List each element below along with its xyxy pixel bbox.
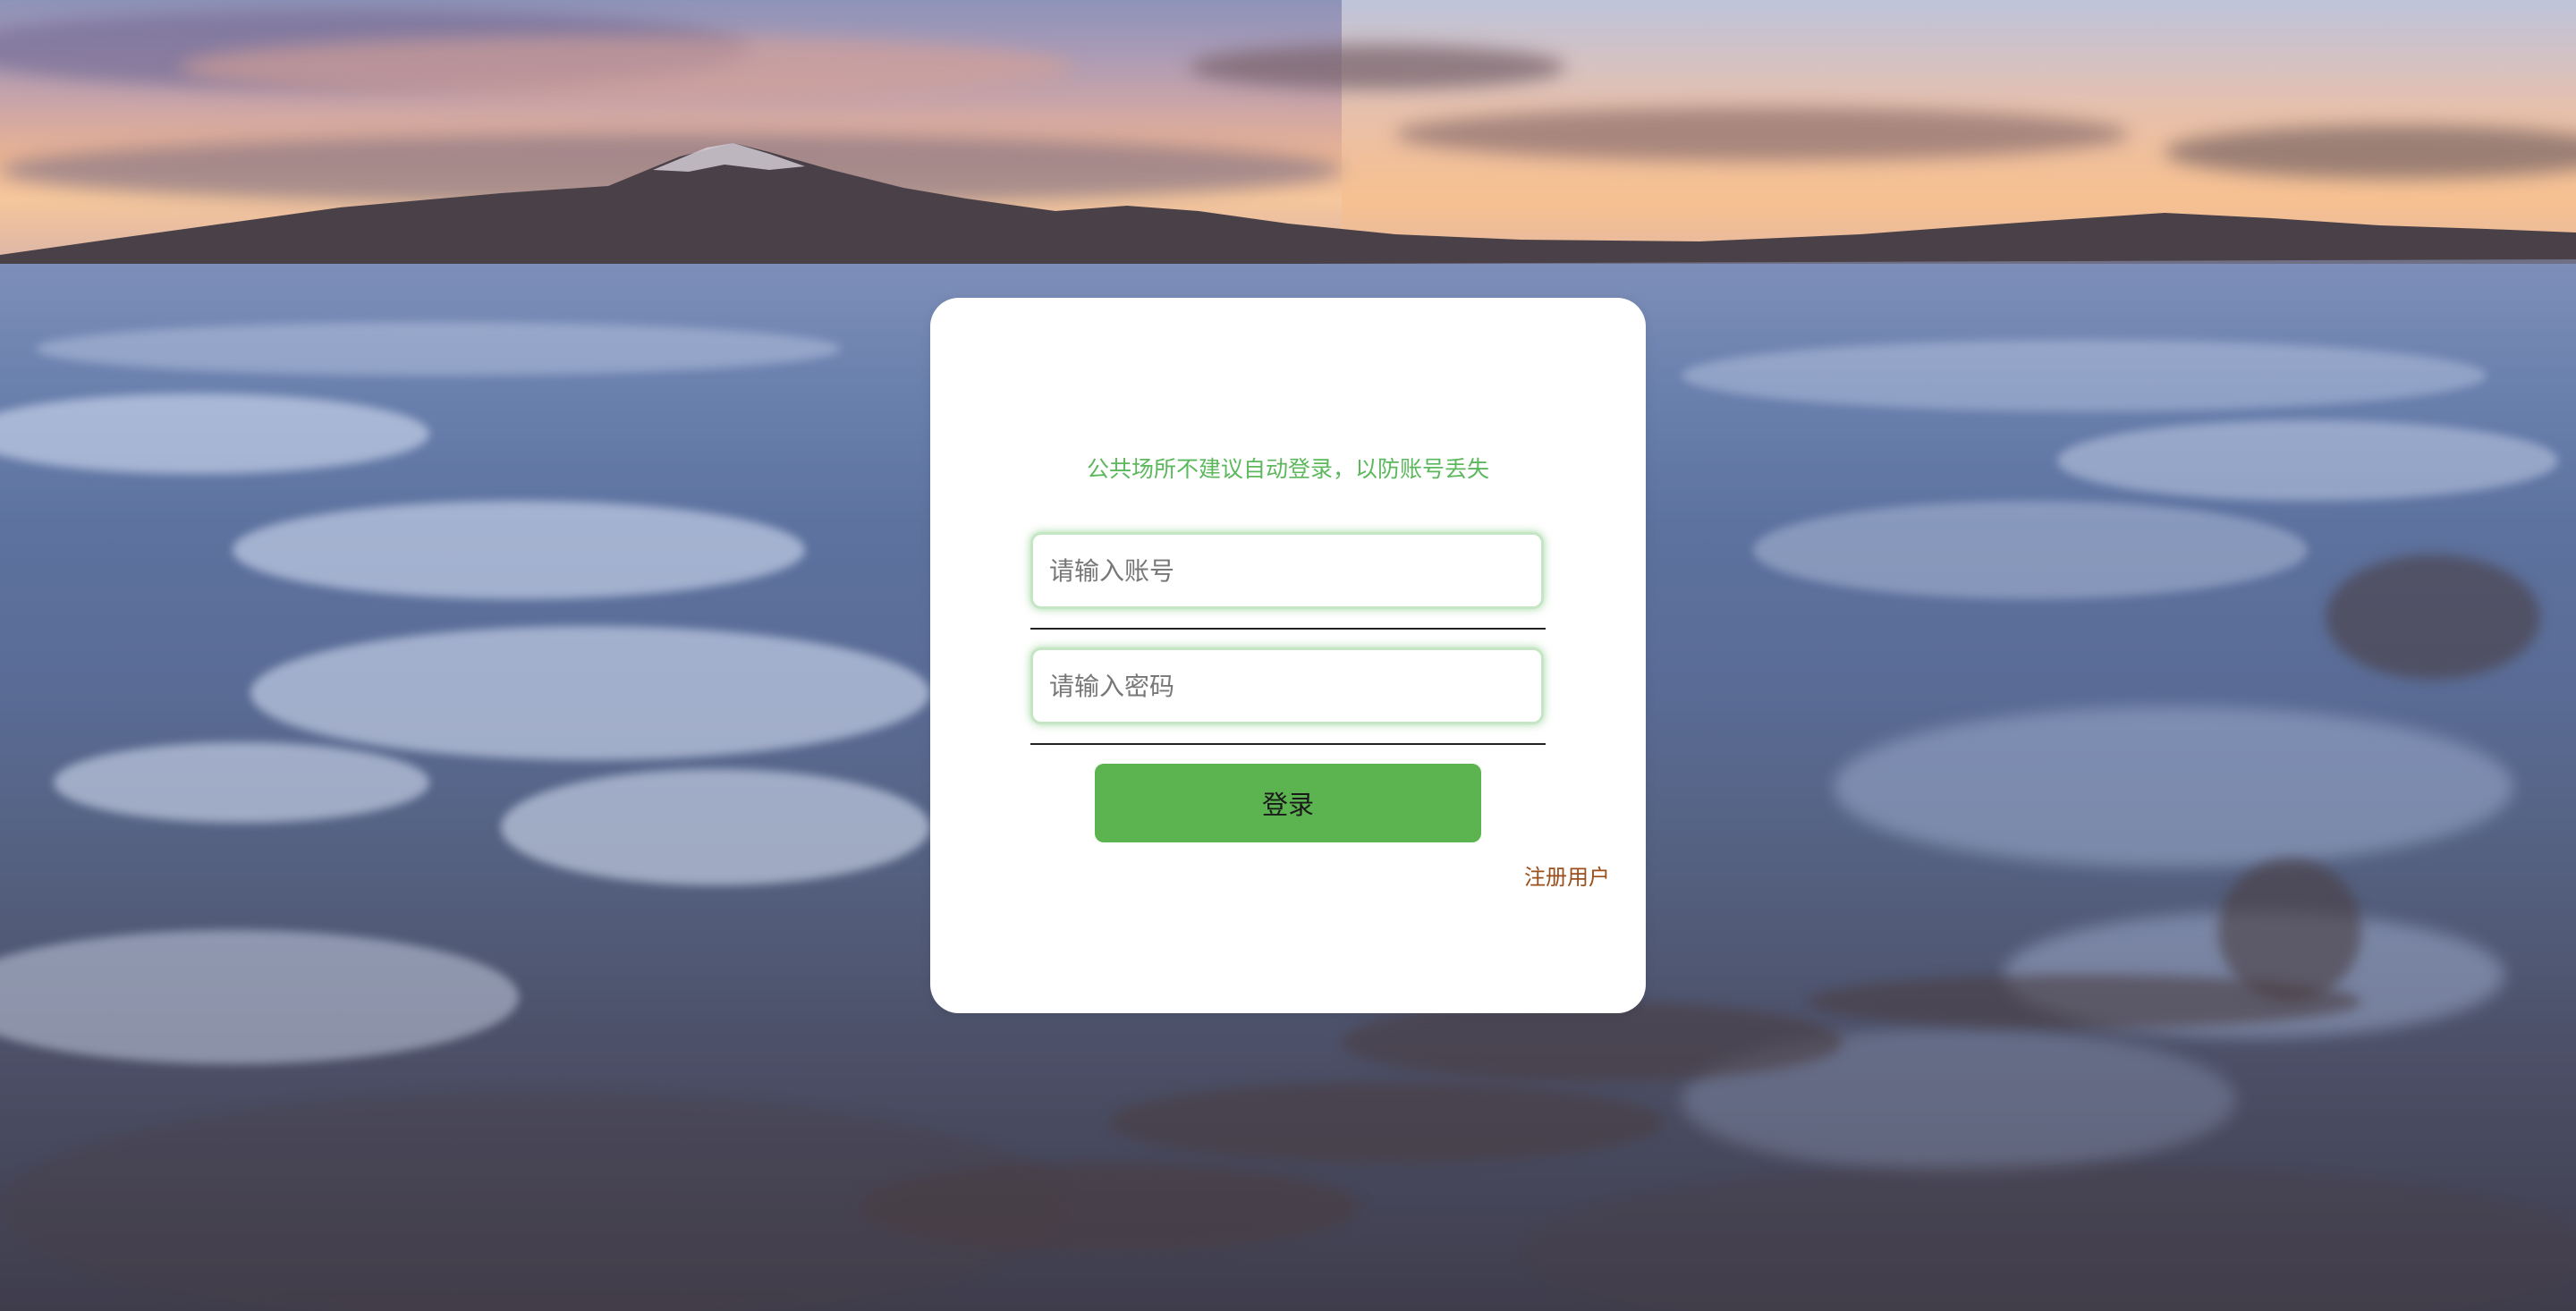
- mountains: [0, 143, 2576, 277]
- security-notice: 公共场所不建议自动登录，以防账号丢失: [1086, 456, 1489, 482]
- mud-ridge: [2326, 554, 2540, 680]
- ice-patch: [501, 769, 930, 885]
- ice-patch: [233, 501, 805, 599]
- ice-patch: [1753, 501, 2308, 599]
- ice-patch: [54, 742, 429, 823]
- password-underline: [1030, 743, 1546, 745]
- register-link[interactable]: 注册用户: [1524, 859, 1610, 891]
- water-puddle: [1834, 706, 2513, 867]
- account-underline: [1030, 628, 1546, 630]
- login-card: 公共场所不建议自动登录，以防账号丢失 登录 注册用户: [930, 298, 1646, 1013]
- ice-patch: [2057, 420, 2558, 501]
- mud-ridge: [2218, 858, 2361, 1002]
- ice-patch: [1682, 340, 2487, 411]
- account-input[interactable]: [1030, 532, 1544, 609]
- login-button[interactable]: 登录: [1095, 764, 1481, 842]
- login-page: 公共场所不建议自动登录，以防账号丢失 登录 注册用户: [0, 0, 2576, 1311]
- mud-ridge: [0, 1091, 1073, 1311]
- ice-patch: [250, 626, 930, 760]
- password-input[interactable]: [1030, 647, 1544, 724]
- ice-patch: [36, 322, 841, 376]
- mud-ridge: [1342, 1002, 1843, 1082]
- mud-ridge: [1109, 1082, 1664, 1163]
